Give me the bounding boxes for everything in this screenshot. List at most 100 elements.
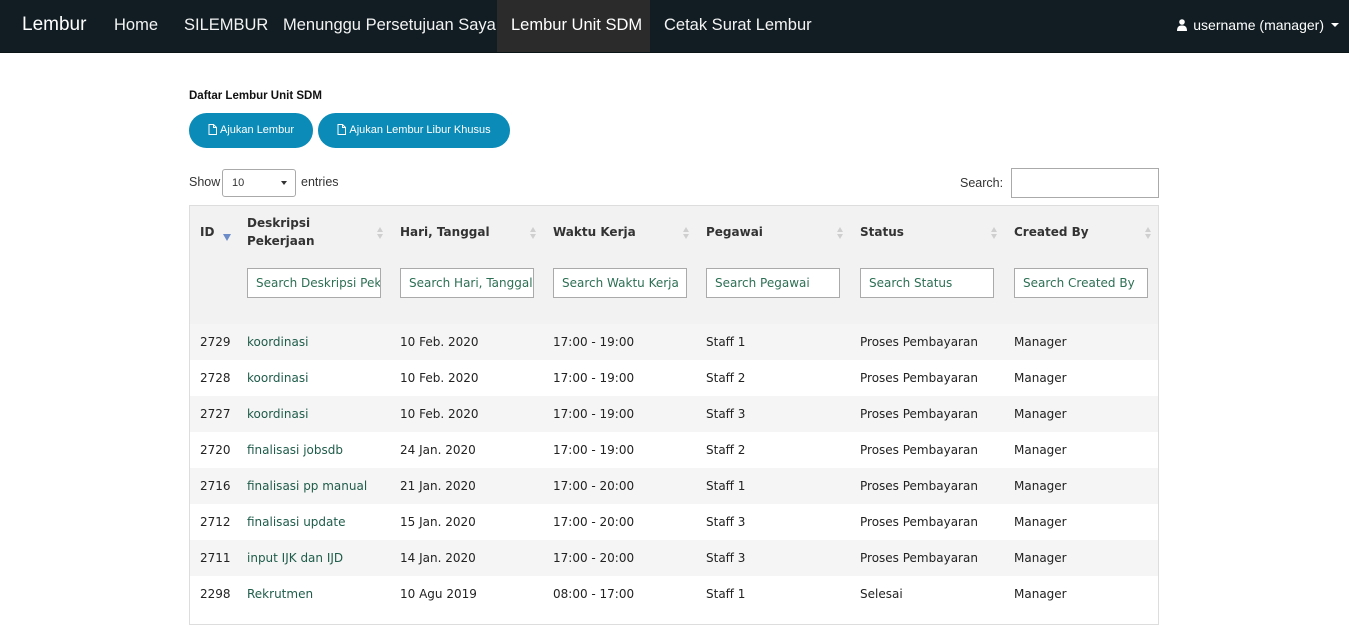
cell-status: Proses Pembayaran: [860, 407, 978, 421]
cell-waktu-kerja: 08:00 - 17:00: [553, 587, 635, 601]
table-row[interactable]: 2712 finalisasi update 15 Jan. 2020 17:00 -…: [190, 504, 1158, 540]
file-add-icon: [208, 124, 217, 135]
header-pegawai[interactable]: Pegawai: [706, 223, 763, 241]
search-status-input[interactable]: Search Status: [860, 268, 994, 298]
table-row[interactable]: 2728 koordinasi 10 Feb. 2020 17:00 - 19:00 S…: [190, 360, 1158, 396]
header-deskripsi[interactable]: Deskripsi Pekerjaan: [247, 214, 337, 250]
cell-created-by: Manager: [1014, 335, 1067, 349]
search-pegawai-input[interactable]: Search Pegawai: [706, 268, 840, 298]
global-search-input[interactable]: [1011, 168, 1159, 198]
cell-deskripsi[interactable]: finalisasi jobsdb: [247, 432, 343, 468]
cell-pegawai: Staff 1: [706, 479, 746, 493]
cell-created-by: Manager: [1014, 587, 1067, 601]
page-length-value: 10: [232, 177, 245, 189]
search-label: Search:: [960, 176, 1004, 190]
cell-status: Proses Pembayaran: [860, 479, 978, 493]
cell-created-by: Manager: [1014, 443, 1067, 457]
cell-created-by: Manager: [1014, 551, 1067, 565]
sort-icon: [530, 227, 537, 239]
sort-icon: [1145, 227, 1152, 239]
table-row[interactable]: 2298 Rekrutmen 10 Agu 2019 08:00 - 17:00 Sta…: [190, 576, 1158, 612]
nav-menunggu-persetujuan[interactable]: Menunggu Persetujuan Saya: [269, 0, 510, 52]
table-row[interactable]: 2729 koordinasi 10 Feb. 2020 17:00 - 19:00 S…: [190, 324, 1158, 360]
cell-waktu-kerja: 17:00 - 19:00: [553, 407, 635, 421]
ajukan-lembur-button[interactable]: Ajukan Lembur: [189, 113, 313, 148]
cell-deskripsi[interactable]: koordinasi: [247, 324, 308, 360]
cell-hari-tanggal: 10 Feb. 2020: [400, 371, 479, 385]
header-waktu-kerja[interactable]: Waktu Kerja: [553, 223, 636, 241]
cell-hari-tanggal: 10 Feb. 2020: [400, 335, 479, 349]
table-header: ID Deskripsi Pekerjaan Search Deskripsi …: [190, 206, 1158, 324]
sort-desc-icon: [223, 234, 231, 241]
cell-status: Proses Pembayaran: [860, 443, 978, 457]
cell-created-by: Manager: [1014, 515, 1067, 529]
file-add-icon: [337, 124, 347, 135]
cell-waktu-kerja: 17:00 - 20:00: [553, 515, 635, 529]
cell-status: Proses Pembayaran: [860, 335, 978, 349]
cell-id: 2728: [200, 371, 231, 385]
cell-id: 2712: [200, 515, 231, 529]
cell-deskripsi[interactable]: finalisasi update: [247, 504, 345, 540]
cell-hari-tanggal: 10 Feb. 2020: [400, 407, 479, 421]
cell-pegawai: Staff 2: [706, 443, 746, 457]
cell-waktu-kerja: 17:00 - 20:00: [553, 551, 635, 565]
cell-pegawai: Staff 3: [706, 551, 746, 565]
entries-label: entries: [301, 175, 339, 189]
show-label: Show: [189, 175, 221, 189]
user-icon: [1177, 19, 1188, 31]
search-hari-tanggal-input[interactable]: Search Hari, Tanggal: [400, 268, 534, 298]
cell-id: 2720: [200, 443, 231, 457]
cell-status: Proses Pembayaran: [860, 515, 978, 529]
cell-deskripsi[interactable]: input IJK dan IJD: [247, 540, 343, 576]
nav-home[interactable]: Home: [100, 0, 172, 52]
sort-icon: [837, 227, 844, 239]
search-waktu-kerja-input[interactable]: Search Waktu Kerja: [553, 268, 687, 298]
user-name: username (manager): [1193, 17, 1324, 33]
page-length-select[interactable]: 10: [222, 169, 296, 197]
page-title: Daftar Lembur Unit SDM: [189, 90, 322, 102]
ajukan-lembur-libur-khusus-button[interactable]: Ajukan Lembur Libur Khusus: [318, 113, 510, 148]
search-deskripsi-input[interactable]: Search Deskripsi Pekerjaan: [247, 268, 381, 298]
cell-pegawai: Staff 3: [706, 407, 746, 421]
cell-id: 2716: [200, 479, 231, 493]
cell-hari-tanggal: 21 Jan. 2020: [400, 479, 476, 493]
cell-id: 2727: [200, 407, 231, 421]
cell-created-by: Manager: [1014, 371, 1067, 385]
header-created-by[interactable]: Created By: [1014, 223, 1089, 241]
cell-hari-tanggal: 24 Jan. 2020: [400, 443, 476, 457]
cell-id: 2729: [200, 335, 231, 349]
table-row[interactable]: 2711 input IJK dan IJD 14 Jan. 2020 17:00 -…: [190, 540, 1158, 576]
search-created-by-input[interactable]: Search Created By: [1014, 268, 1148, 298]
sort-icon: [991, 227, 998, 239]
nav-lembur-unit-sdm[interactable]: Lembur Unit SDM: [497, 0, 650, 52]
cell-status: Proses Pembayaran: [860, 371, 978, 385]
top-navbar: Lembur Home SILEMBUR Menunggu Persetujua…: [0, 0, 1349, 53]
header-status[interactable]: Status: [860, 223, 904, 241]
cell-deskripsi[interactable]: Rekrutmen: [247, 576, 313, 612]
header-id[interactable]: ID: [200, 223, 214, 241]
cell-deskripsi[interactable]: koordinasi: [247, 360, 308, 396]
brand-link[interactable]: Lembur: [22, 0, 86, 52]
cell-waktu-kerja: 17:00 - 19:00: [553, 335, 635, 349]
sort-icon: [377, 227, 384, 239]
cell-hari-tanggal: 10 Agu 2019: [400, 587, 477, 601]
nav-cetak-surat-lembur[interactable]: Cetak Surat Lembur: [650, 0, 826, 52]
nav-silembur[interactable]: SILEMBUR: [170, 0, 282, 52]
ajukan-lembur-label: Ajukan Lembur: [220, 124, 294, 136]
header-hari-tanggal[interactable]: Hari, Tanggal: [400, 223, 490, 241]
cell-waktu-kerja: 17:00 - 19:00: [553, 371, 635, 385]
table-row[interactable]: 2727 koordinasi 10 Feb. 2020 17:00 - 19:00 S…: [190, 396, 1158, 432]
table-row[interactable]: 2720 finalisasi jobsdb 24 Jan. 2020 17:00 -…: [190, 432, 1158, 468]
cell-pegawai: Staff 3: [706, 515, 746, 529]
user-menu[interactable]: username (manager): [1177, 0, 1339, 52]
cell-id: 2298: [200, 587, 231, 601]
caret-down-icon: [1331, 23, 1339, 27]
table-row[interactable]: 2716 finalisasi pp manual 21 Jan. 2020 17:0…: [190, 468, 1158, 504]
cell-deskripsi[interactable]: koordinasi: [247, 396, 308, 432]
data-table: ID Deskripsi Pekerjaan Search Deskripsi …: [189, 205, 1159, 625]
cell-waktu-kerja: 17:00 - 20:00: [553, 479, 635, 493]
sort-icon: [683, 227, 690, 239]
cell-status: Selesai: [860, 587, 903, 601]
cell-deskripsi[interactable]: finalisasi pp manual: [247, 468, 367, 504]
cell-pegawai: Staff 2: [706, 371, 746, 385]
